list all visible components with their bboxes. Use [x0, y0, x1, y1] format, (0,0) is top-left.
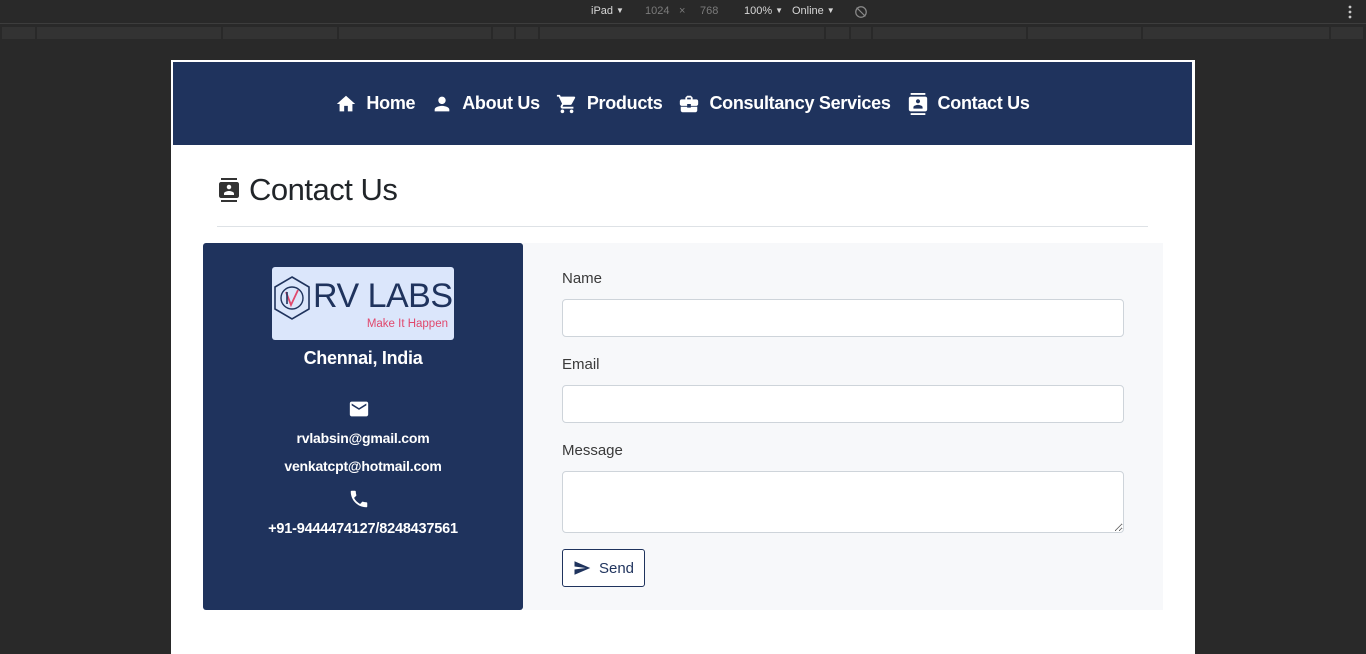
width-field[interactable]: 1024 — [645, 5, 669, 17]
media-query-bar[interactable] — [516, 27, 539, 39]
home-icon — [337, 95, 356, 111]
contact-book-icon — [219, 178, 239, 202]
page-viewport: Home About Us Products Consultancy Servi… — [171, 60, 1195, 654]
network-value: Online — [792, 5, 824, 17]
media-query-bar[interactable] — [223, 27, 338, 39]
phone-number[interactable]: +91-9444474127/8248437561 — [203, 521, 523, 537]
briefcase-icon — [680, 95, 699, 112]
company-logo: RV LABS Make It Happen — [272, 267, 454, 340]
media-query-bar[interactable] — [1143, 27, 1330, 39]
media-query-bar[interactable] — [1028, 27, 1142, 39]
media-query-bar[interactable] — [493, 27, 515, 39]
zoom-value: 100% — [744, 5, 773, 17]
device-caret-icon: ▼ — [616, 6, 624, 15]
nav-label: Home — [366, 93, 416, 113]
media-query-bar[interactable] — [540, 27, 825, 39]
name-label: Name — [562, 270, 603, 287]
media-query-ruler — [0, 25, 1366, 41]
more-options-icon[interactable] — [1343, 4, 1357, 20]
media-query-bar[interactable] — [873, 27, 1027, 39]
logo-hexagon-icon — [274, 276, 310, 320]
send-icon — [574, 561, 591, 575]
dimension-separator: × — [679, 5, 686, 17]
send-button-label: Send — [598, 559, 635, 577]
zoom-caret-icon: ▼ — [775, 6, 784, 15]
cart-icon — [556, 94, 575, 113]
company-location: Chennai, India — [303, 348, 423, 368]
nav-item-contact[interactable]: Contact Us — [907, 92, 1030, 115]
email-primary-link[interactable]: rvlabsin@gmail.com — [203, 430, 523, 446]
nav-item-about[interactable]: About Us — [431, 93, 540, 115]
nav-label: Consultancy Services — [709, 93, 891, 113]
network-caret-icon: ▼ — [826, 6, 835, 15]
media-query-bar[interactable] — [1331, 27, 1364, 39]
height-field[interactable]: 768 — [700, 5, 718, 17]
logo-wordmark: RV LABS — [313, 277, 453, 315]
contact-info-card: RV LABS Make It Happen Chennai, India rv… — [203, 243, 523, 610]
nav-item-products[interactable]: Products — [556, 93, 663, 115]
mail-icon — [349, 401, 369, 417]
nav-label: About Us — [462, 93, 540, 113]
person-icon — [434, 96, 450, 111]
media-query-bar[interactable] — [339, 27, 492, 39]
nav-item-consultancy[interactable]: Consultancy Services — [678, 93, 891, 115]
title-divider — [217, 226, 1148, 227]
nav-label: Contact Us — [937, 93, 1030, 113]
message-textarea[interactable] — [562, 471, 1124, 533]
message-label: Message — [562, 442, 623, 459]
network-select[interactable]: Online ▼ — [792, 5, 835, 17]
media-query-bar[interactable] — [851, 27, 872, 39]
rotate-icon[interactable] — [854, 5, 868, 19]
media-query-bar[interactable] — [2, 27, 36, 39]
device-select[interactable]: iPad ▼ — [591, 5, 624, 17]
nav-item-home[interactable]: Home — [335, 93, 416, 115]
contact-form: Name Email Message Send — [523, 243, 1163, 610]
main-navbar: Home About Us Products Consultancy Servi… — [172, 61, 1193, 146]
media-query-bar[interactable] — [37, 27, 222, 39]
email-label: Email — [562, 356, 600, 373]
logo-tagline: Make It Happen — [366, 318, 448, 330]
phone-icon — [350, 490, 368, 508]
contact-book-icon — [908, 92, 927, 115]
page-title-text: Contact Us — [249, 172, 398, 207]
zoom-select[interactable]: 100% ▼ — [744, 5, 783, 17]
devtools-device-toolbar: iPad ▼ 1024 × 768 100% ▼ Online ▼ — [0, 0, 1366, 24]
page-title: Contact Us — [217, 172, 398, 208]
device-name: iPad — [591, 5, 614, 17]
email-secondary-link[interactable]: venkatcpt@hotmail.com — [203, 458, 523, 474]
send-button[interactable]: Send — [562, 549, 645, 587]
email-input[interactable] — [562, 385, 1124, 423]
media-query-bar[interactable] — [826, 27, 850, 39]
nav-label: Products — [586, 93, 663, 113]
name-input[interactable] — [562, 299, 1124, 337]
